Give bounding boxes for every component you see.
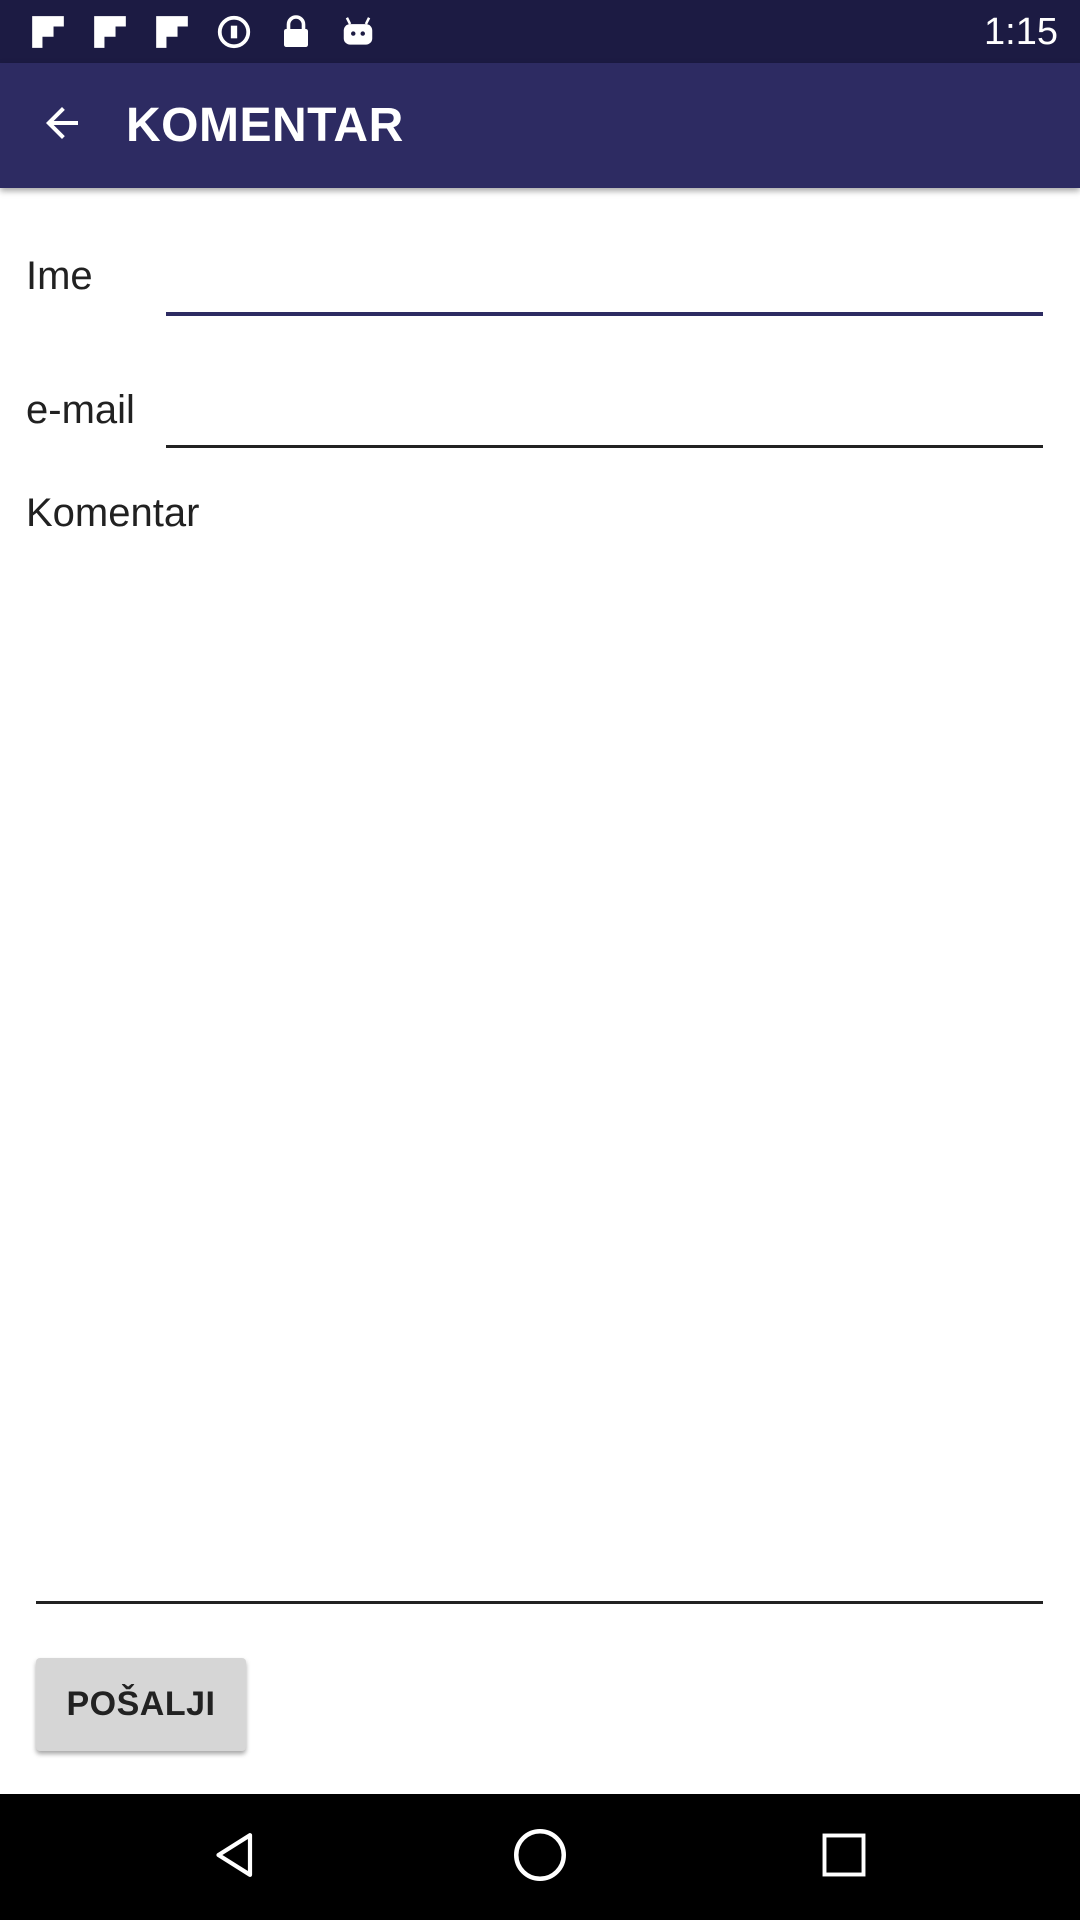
- recents-square-icon: [818, 1829, 870, 1886]
- page-title: KOMENTAR: [126, 99, 404, 152]
- back-triangle-icon: [208, 1827, 264, 1888]
- flipboard-icon: [148, 8, 196, 56]
- flipboard-icon: [24, 8, 72, 56]
- comment-label: Komentar: [26, 491, 200, 535]
- email-field[interactable]: [166, 362, 1043, 448]
- nav-back-button[interactable]: [196, 1817, 276, 1897]
- name-label: Ime: [26, 254, 93, 298]
- email-label: e-mail: [26, 388, 135, 432]
- nav-recents-button[interactable]: [804, 1817, 884, 1897]
- name-field[interactable]: [166, 230, 1043, 316]
- lock-icon: [272, 8, 320, 56]
- send-button[interactable]: POŠALJI: [36, 1658, 246, 1751]
- status-time: 1:15: [984, 11, 1058, 53]
- vpn-key-icon: [210, 8, 258, 56]
- comment-field[interactable]: [36, 560, 1043, 1604]
- flipboard-icon: [86, 8, 134, 56]
- nav-home-button[interactable]: [500, 1817, 580, 1897]
- app-bar: KOMENTAR: [0, 63, 1080, 188]
- notification-icons: [24, 8, 382, 56]
- navigation-bar: [0, 1794, 1080, 1920]
- android-icon: [334, 8, 382, 56]
- arrow-back-icon: [38, 99, 86, 152]
- home-circle-icon: [510, 1825, 570, 1890]
- status-bar: 1:15: [0, 0, 1080, 63]
- back-button[interactable]: [30, 93, 94, 157]
